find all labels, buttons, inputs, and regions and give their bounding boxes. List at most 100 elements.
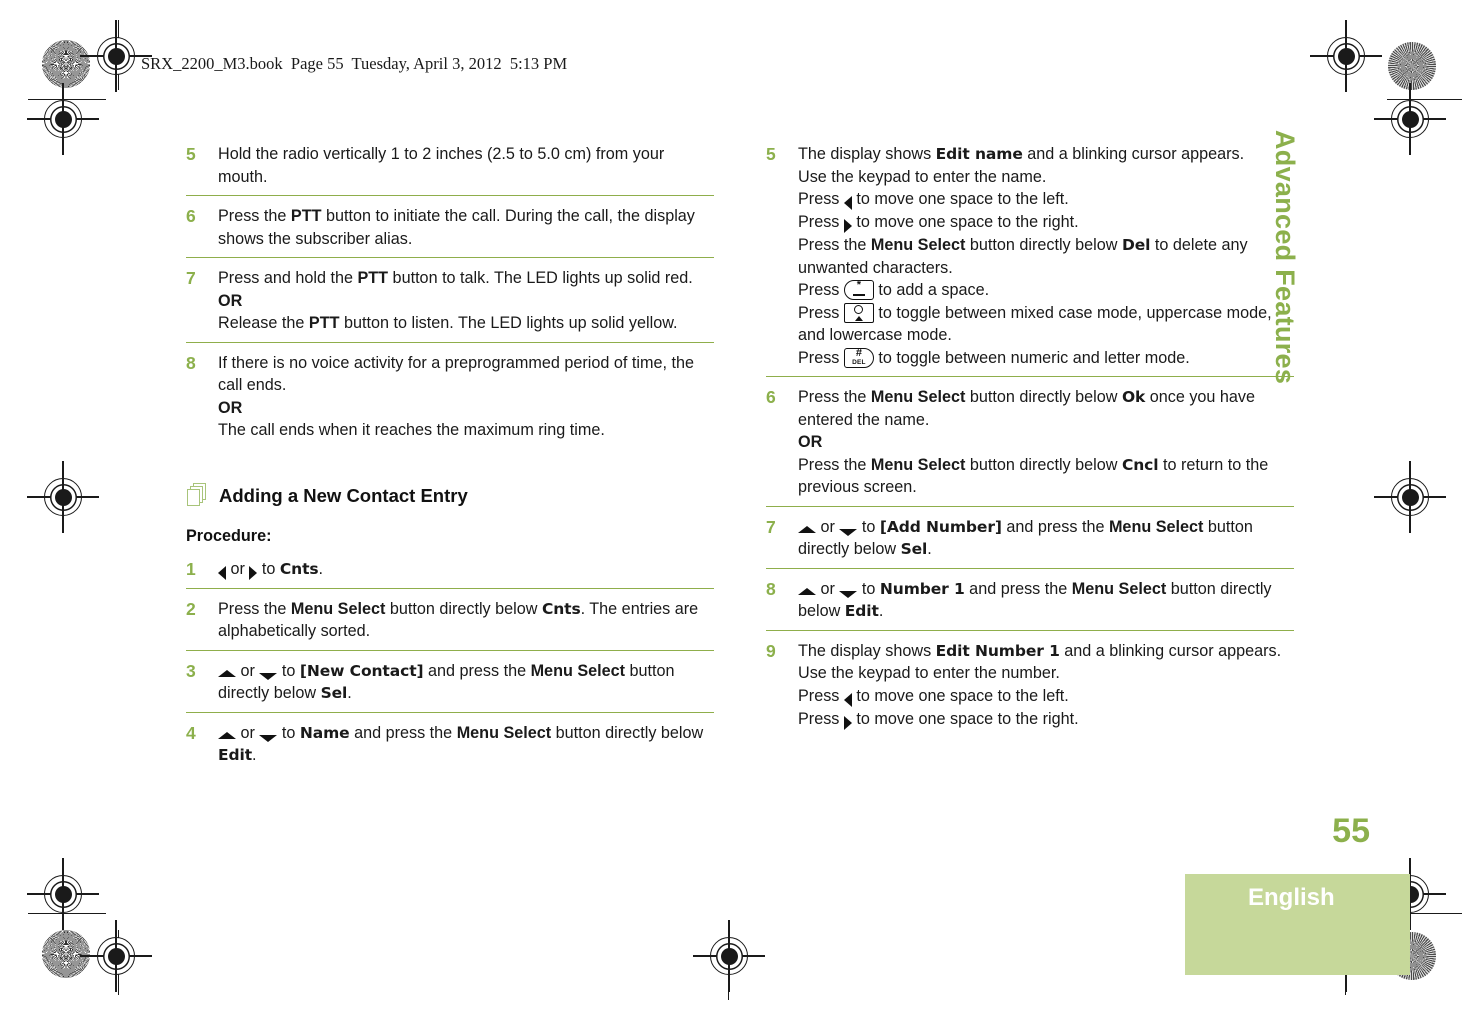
step-number: 9 (766, 640, 776, 661)
step-text: Press the Menu Select button directly be… (218, 598, 714, 643)
step-line: or to [Add Number] and press the Menu Se… (798, 516, 1294, 561)
body-text: to move one space to the left. (851, 190, 1069, 208)
chapter-side-title: Advanced Features (1270, 130, 1300, 385)
body-text: button directly below (965, 455, 1122, 474)
procedure-step: 2 Press the Menu Select button directly b… (186, 598, 714, 651)
emphasis-text: Menu Select (1108, 517, 1204, 536)
display-label: Edit Number 1 (935, 641, 1060, 660)
display-label: [Add Number] (879, 517, 1002, 536)
body-text: or (236, 723, 260, 742)
step-number: 2 (186, 598, 196, 619)
procedure-step: 8 If there is no voice activity for a pre… (186, 352, 714, 449)
step-text: If there is no voice activity for a prep… (218, 352, 714, 442)
emphasis-text: Menu Select (870, 388, 966, 406)
body-text: If there is no voice activity for a prep… (218, 353, 694, 395)
body-text: . (878, 602, 884, 620)
procedure-step: 4 or to Name and press the Menu Select b… (186, 722, 714, 774)
step-line: Press to move one space to the right. (798, 708, 1294, 731)
body-text: to add a space. (873, 281, 990, 299)
step-number: 7 (766, 516, 776, 537)
step-line: Press to move one space to the right. (798, 211, 1294, 234)
hash-del-key-icon: # DEL (843, 347, 874, 368)
body-text: to move one space to the right. (851, 709, 1079, 728)
emphasis-text: Menu Select (870, 236, 966, 254)
body-text: and a blinking cursor appears. (1059, 641, 1282, 660)
body-text: . (318, 559, 324, 578)
body-text: Use the keypad to enter the name. (798, 167, 1047, 186)
body-text: Press the (798, 388, 871, 406)
step-number: 8 (766, 578, 776, 599)
step-text: or to Cnts. (218, 558, 714, 581)
step-line: Press and hold the PTT button to talk. T… (218, 267, 714, 290)
step-line: Press the Menu Select button directly be… (798, 234, 1294, 279)
body-text: Use the keypad to enter the number. (798, 664, 1060, 682)
step-line: Press to toggle between mixed case mode,… (798, 302, 1294, 347)
nav-down-arrow-icon (259, 734, 278, 742)
body-text: to (857, 579, 880, 598)
body-text: button directly below (551, 723, 704, 742)
step-line: OR (218, 397, 714, 420)
display-label: Del (1121, 236, 1151, 254)
procedure-step: 5 The display shows Edit name and a blink… (766, 143, 1294, 377)
step-number: 1 (186, 558, 196, 579)
body-text: Release the (218, 314, 309, 332)
step-line: The call ends when it reaches the maximu… (218, 419, 714, 442)
body-text: Press (798, 213, 844, 231)
nav-left-arrow-icon (843, 196, 852, 211)
body-text: The display shows (798, 145, 936, 163)
emphasis-text: Menu Select (1071, 579, 1167, 598)
body-text: to move one space to the left. (851, 686, 1069, 705)
step-line: Press the Menu Select button directly be… (798, 454, 1294, 499)
body-text: Press (798, 348, 844, 367)
display-label: Sel (320, 684, 348, 702)
stacked-pages-icon (186, 482, 208, 509)
body-text: button directly below (965, 388, 1122, 406)
nav-up-arrow-icon (218, 670, 236, 679)
step-text: Press the PTT button to initiate the cal… (218, 205, 714, 250)
body-text: button directly below (385, 599, 542, 618)
display-label: Edit name (935, 145, 1023, 163)
body-text: and press the (349, 723, 457, 742)
step-text: or to [New Contact] and press the Menu S… (218, 660, 714, 705)
section-title: Adding a New Contact Entry (219, 484, 468, 506)
body-text: to (277, 661, 300, 680)
body-text: or (236, 661, 260, 680)
body-text: Press the (798, 455, 871, 474)
display-label: [New Contact] (299, 661, 424, 680)
procedure-step: 6 Press the Menu Select button directly b… (766, 386, 1294, 507)
procedure-label: Procedure: (186, 526, 272, 545)
left-column: 5 Hold the radio vertically 1 to 2 inches… (186, 143, 714, 783)
body-text: button directly below (965, 236, 1122, 254)
step-line: OR (798, 431, 1294, 454)
body-text: and press the (964, 579, 1072, 598)
step-text: Press the Menu Select button directly be… (798, 386, 1294, 499)
display-label: Ok (1121, 388, 1146, 406)
language-label: English (1248, 884, 1335, 911)
body-text: Press (798, 303, 844, 322)
step-line: or to Name and press the Menu Select but… (218, 722, 714, 767)
body-text: The call ends when it reaches the maximu… (218, 421, 605, 439)
step-line: or to [New Contact] and press the Menu S… (218, 660, 714, 705)
step-line: Press the Menu Select button directly be… (218, 598, 714, 643)
body-text: to move one space to the right. (851, 213, 1079, 231)
right-column-steps: 5 The display shows Edit name and a blink… (766, 143, 1294, 738)
right-column: 5 The display shows Edit name and a blink… (766, 143, 1294, 747)
emphasis-text: Menu Select (870, 455, 966, 474)
step-line: The display shows Edit name and a blinki… (798, 143, 1294, 166)
nav-up-arrow-icon (798, 526, 816, 535)
step-number: 3 (186, 660, 196, 681)
nav-right-arrow-icon (843, 715, 852, 731)
shift-key-icon (843, 302, 874, 323)
body-text: . (927, 540, 932, 558)
nav-left-arrow-icon (843, 692, 852, 708)
step-text: The display shows Edit Number 1 and a bl… (798, 640, 1294, 731)
procedure-step: 9 The display shows Edit Number 1 and a b… (766, 640, 1294, 738)
step-line: Press to move one space to the left. (798, 685, 1294, 708)
star-key-icon: * (843, 280, 874, 300)
emphasis-text: Menu Select (530, 661, 626, 680)
step-text: Hold the radio vertically 1 to 2 inches … (218, 143, 714, 188)
step-line: Hold the radio vertically 1 to 2 inches … (218, 143, 714, 188)
body-text: button to talk. The LED lights up solid … (388, 269, 693, 287)
nav-down-arrow-icon (259, 672, 278, 680)
emphasis-text: PTT (290, 207, 322, 225)
